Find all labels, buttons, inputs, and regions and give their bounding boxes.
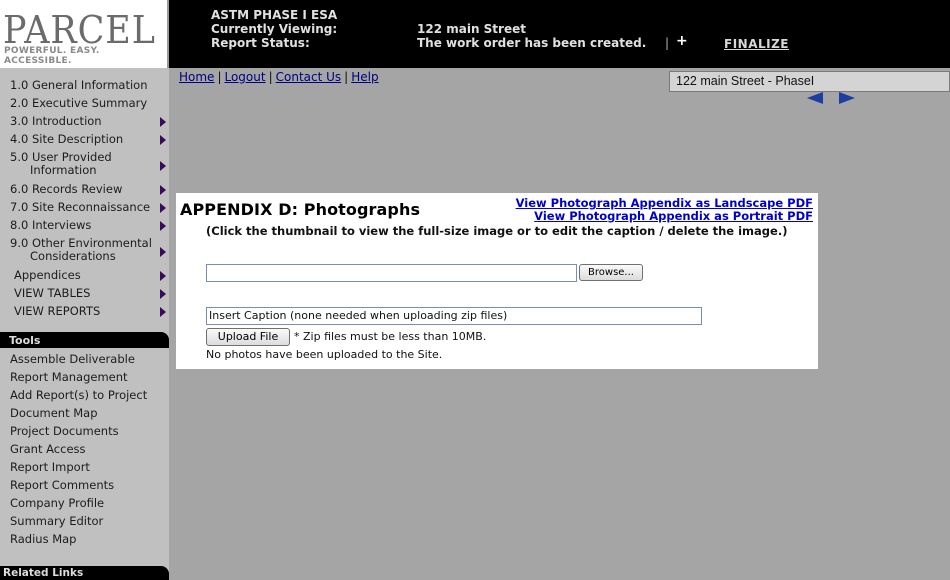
tool-radius-map[interactable]: Radius Map	[10, 532, 76, 546]
sidebar-item-appendices[interactable]: Appendices	[14, 269, 81, 282]
currently-viewing-label: Currently Viewing:	[211, 22, 338, 36]
appendix-panel: APPENDIX D: Photographs View Photograph …	[176, 193, 818, 369]
upload-file-button[interactable]: Upload File	[206, 328, 290, 346]
right-triangle-icon[interactable]	[160, 117, 166, 127]
tool-company-profile[interactable]: Company Profile	[10, 496, 104, 510]
caption-input[interactable]: Insert Caption (none needed when uploadi…	[206, 307, 702, 325]
app-root: PARCEL POWERFUL. EASY. ACCESSIBLE. ASTM …	[0, 0, 950, 580]
logout-link[interactable]: Logout	[224, 70, 265, 84]
sidebar-item-executive-summary[interactable]: 2.0 Executive Summary	[10, 97, 147, 110]
tool-summary-editor[interactable]: Summary Editor	[10, 514, 103, 528]
right-triangle-icon[interactable]	[160, 307, 166, 317]
instructions-text: (Click the thumbnail to view the full-si…	[206, 224, 788, 238]
logo-tagline: POWERFUL. EASY. ACCESSIBLE.	[4, 46, 100, 66]
page-title: APPENDIX D: Photographs	[180, 200, 421, 219]
header-separator: |	[665, 36, 670, 50]
link-separator: |	[217, 70, 222, 84]
zip-size-note: * Zip files must be less than 10MB.	[294, 330, 487, 343]
site-select[interactable]: 122 main Street - PhaseI	[669, 71, 950, 92]
tool-report-comments[interactable]: Report Comments	[10, 478, 114, 492]
right-triangle-icon[interactable]	[160, 203, 166, 213]
arrow-left-icon[interactable]	[807, 92, 823, 104]
sidebar-item-site-reconnaissance[interactable]: 7.0 Site Reconnaissance	[10, 201, 150, 214]
link-separator: |	[344, 70, 349, 84]
logo[interactable]: PARCEL POWERFUL. EASY. ACCESSIBLE.	[0, 0, 169, 68]
landscape-pdf-link[interactable]: View Photograph Appendix as Landscape PD…	[516, 196, 813, 210]
no-photos-message: No photos have been uploaded to the Site…	[206, 348, 443, 361]
contact-us-link[interactable]: Contact Us	[276, 70, 342, 84]
help-link[interactable]: Help	[351, 70, 378, 84]
report-status-value: The work order has been created.	[417, 36, 647, 50]
related-links-label: Related Links	[3, 567, 84, 579]
tools-heading: Tools	[0, 332, 169, 348]
right-triangle-icon[interactable]	[160, 161, 166, 171]
tool-add-reports[interactable]: Add Report(s) to Project	[10, 388, 147, 402]
tool-assemble-deliverable[interactable]: Assemble Deliverable	[10, 352, 135, 366]
sidebar-item-view-reports[interactable]: VIEW REPORTS	[14, 305, 100, 318]
right-triangle-icon[interactable]	[160, 247, 166, 257]
sidebar-item-site-description[interactable]: 4.0 Site Description	[10, 133, 123, 146]
sidebar-item-interviews[interactable]: 8.0 Interviews	[10, 219, 91, 232]
finalize-link[interactable]: FINALIZE	[724, 37, 789, 51]
right-triangle-icon[interactable]	[160, 135, 166, 145]
header-bar: PARCEL POWERFUL. EASY. ACCESSIBLE. ASTM …	[0, 0, 950, 68]
file-path-input[interactable]	[206, 264, 577, 282]
top-links: Home | Logout | Contact Us | Help	[179, 70, 379, 84]
tools-heading-label: Tools	[9, 334, 41, 347]
report-title: ASTM PHASE I ESA	[211, 8, 338, 22]
browse-button[interactable]: Browse...	[579, 264, 643, 281]
right-triangle-icon[interactable]	[160, 289, 166, 299]
sidebar-item-other-environmental-line2[interactable]: Considerations	[30, 250, 116, 263]
home-link[interactable]: Home	[179, 70, 214, 84]
sidebar-item-general-information[interactable]: 1.0 General Information	[10, 79, 148, 92]
right-triangle-icon[interactable]	[160, 221, 166, 231]
right-triangle-icon[interactable]	[160, 271, 166, 281]
sidebar-item-records-review[interactable]: 6.0 Records Review	[10, 183, 122, 196]
tool-project-documents[interactable]: Project Documents	[10, 424, 119, 438]
report-status-label: Report Status:	[211, 36, 310, 50]
right-triangle-icon[interactable]	[160, 185, 166, 195]
sidebar-item-user-provided-line2[interactable]: Information	[30, 164, 97, 177]
arrow-right-icon[interactable]	[839, 92, 855, 104]
sidebar: 1.0 General Information 2.0 Executive Su…	[0, 68, 169, 580]
tool-report-import[interactable]: Report Import	[10, 460, 90, 474]
portrait-pdf-link[interactable]: View Photograph Appendix as Portrait PDF	[534, 209, 813, 223]
sidebar-item-introduction[interactable]: 3.0 Introduction	[10, 115, 102, 128]
currently-viewing-value: 122 main Street	[417, 22, 526, 36]
tool-report-management[interactable]: Report Management	[10, 370, 128, 384]
sidebar-item-view-tables[interactable]: VIEW TABLES	[14, 287, 90, 300]
related-links-heading: Related Links	[0, 566, 169, 580]
plus-icon[interactable]: +	[676, 33, 688, 49]
link-separator: |	[268, 70, 273, 84]
tool-document-map[interactable]: Document Map	[10, 406, 98, 420]
tool-grant-access[interactable]: Grant Access	[10, 442, 86, 456]
